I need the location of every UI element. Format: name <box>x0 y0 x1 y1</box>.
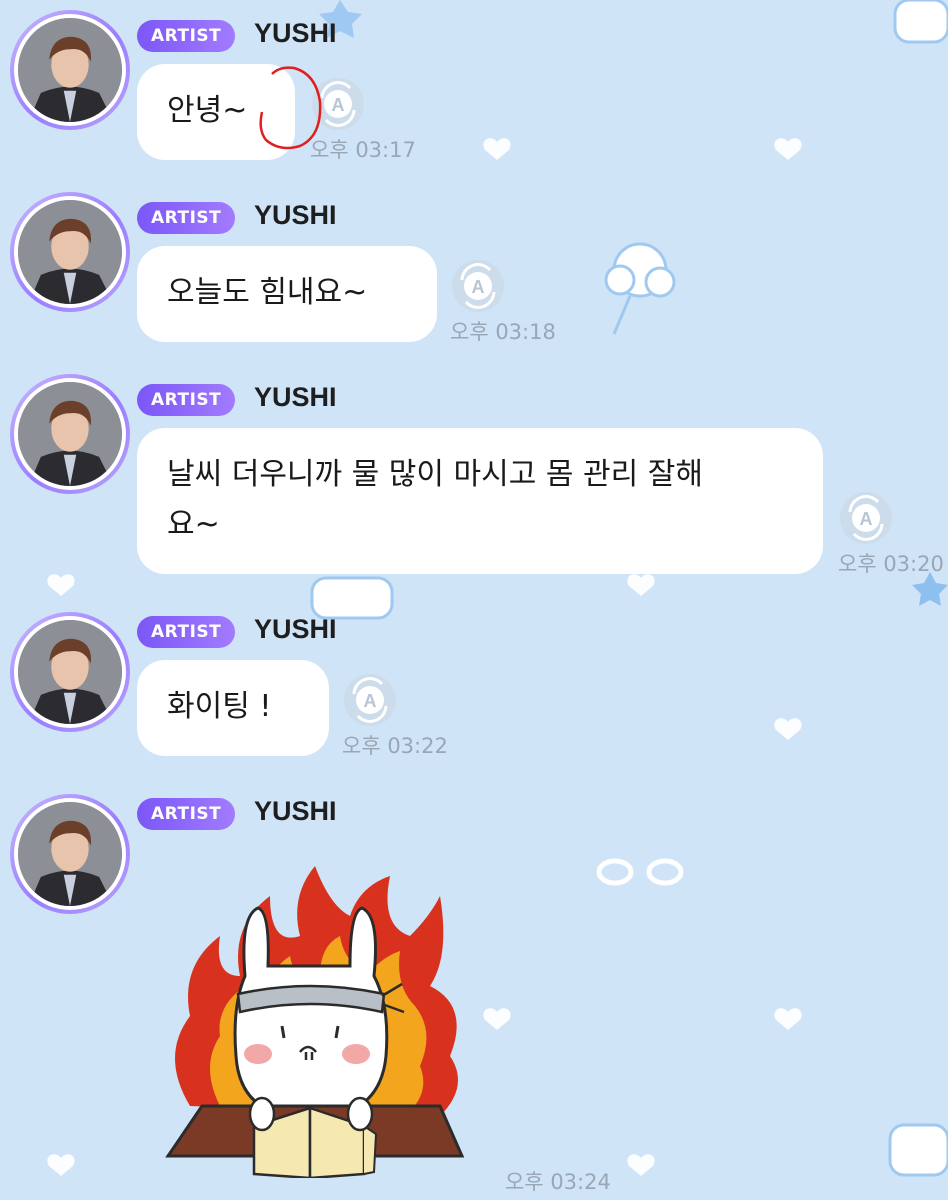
svg-text:A: A <box>860 509 873 529</box>
person-photo-icon <box>18 200 122 304</box>
person-photo-icon <box>18 802 122 906</box>
avatar-photo <box>18 620 122 724</box>
timestamp: 오후 03:18 <box>450 320 556 344</box>
avatar-photo <box>18 802 122 906</box>
artist-badge: ARTIST <box>137 616 236 648</box>
svg-text:A: A <box>364 691 377 711</box>
avatar[interactable] <box>10 10 130 130</box>
sender-name: YUSHI <box>254 796 337 826</box>
avatar-photo <box>18 382 122 486</box>
avatar[interactable] <box>10 612 130 732</box>
artist-badge: ARTIST <box>137 202 236 234</box>
sender-name: YUSHI <box>254 18 337 48</box>
translate-icon[interactable]: A <box>838 490 894 546</box>
person-photo-icon <box>18 620 122 724</box>
avatar[interactable] <box>10 794 130 914</box>
timestamp: 오후 03:24 <box>505 1170 611 1194</box>
translate-icon[interactable]: A <box>310 76 366 132</box>
timestamp: 오후 03:20 <box>838 552 944 576</box>
svg-text:A: A <box>332 95 345 115</box>
timestamp: 오후 03:17 <box>310 138 416 162</box>
translate-icon[interactable]: A <box>450 258 506 314</box>
sender-name: YUSHI <box>254 382 337 412</box>
message-bubble[interactable]: 안녕~ <box>137 64 295 160</box>
avatar[interactable] <box>10 192 130 312</box>
translate-icon[interactable]: A <box>342 672 398 728</box>
svg-text:A: A <box>472 277 485 297</box>
artist-badge: ARTIST <box>137 798 236 830</box>
message-text-line: 날씨 더우니까 물 많이 마시고 몸 관리 잘해 <box>167 457 703 492</box>
person-photo-icon <box>18 18 122 122</box>
sender-name: YUSHI <box>254 614 337 644</box>
avatar-photo <box>18 18 122 122</box>
sender-name: YUSHI <box>254 200 337 230</box>
message-bubble[interactable]: 오늘도 힘내요~ <box>137 246 437 342</box>
person-photo-icon <box>18 382 122 486</box>
message-text-line: 요~ <box>167 507 220 542</box>
message-bubble[interactable]: 화이팅 ! <box>137 660 329 756</box>
artist-badge: ARTIST <box>137 20 236 52</box>
avatar-photo <box>18 200 122 304</box>
message-bubble[interactable]: 날씨 더우니까 물 많이 마시고 몸 관리 잘해 요~ <box>137 428 823 574</box>
avatar[interactable] <box>10 374 130 494</box>
fire-bunny-studying-sticker[interactable] <box>150 856 480 1178</box>
artist-badge: ARTIST <box>137 384 236 416</box>
timestamp: 오후 03:22 <box>342 734 448 758</box>
